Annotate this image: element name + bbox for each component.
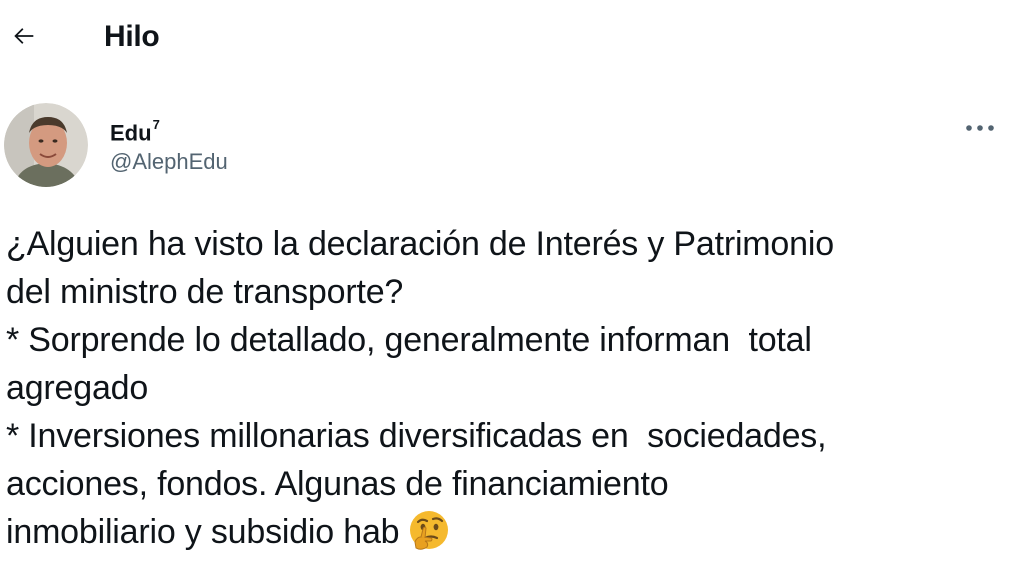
page-title: Hilo	[104, 20, 160, 53]
avatar[interactable]	[4, 103, 88, 187]
tweet-line-4: agregado	[6, 369, 149, 407]
tweet-line-1: ¿Alguien ha visto la declaración de Inte…	[6, 225, 834, 263]
tweet-line-3: * Sorprende lo detallado, generalmente i…	[6, 321, 812, 359]
author-display-name[interactable]: Edu7	[110, 114, 160, 147]
tweet-line-7-text: inmobiliario y subsidio hab	[6, 513, 400, 551]
thread-header: Hilo	[0, 0, 1024, 76]
back-button[interactable]	[4, 14, 44, 58]
tweet-line-2: del ministro de transporte?	[6, 273, 404, 311]
author-handle[interactable]: @AlephEdu	[110, 148, 228, 176]
tweet-line-5: * Inversiones millonarias diversificadas…	[6, 417, 827, 455]
thread-page: Hilo Edu7 @AlephEdu ¿Alguien ha visto la…	[0, 0, 1024, 587]
tweet-line-6: acciones, fondos. Algunas de financiamie…	[6, 465, 669, 503]
more-horizontal-icon	[966, 125, 994, 131]
author-name-text: Edu	[110, 120, 152, 146]
more-options-button[interactable]	[960, 114, 1000, 142]
tweet-author: Edu7 @AlephEdu	[0, 100, 1024, 192]
thinking-face-icon	[407, 509, 451, 566]
user-avatar-icon	[4, 103, 88, 187]
tweet-text: ¿Alguien ha visto la declaración de Inte…	[6, 220, 1016, 566]
author-name-superscript: 7	[152, 117, 160, 132]
tweet-line-7: inmobiliario y subsidio hab	[6, 508, 1016, 566]
arrow-left-icon	[14, 28, 34, 44]
